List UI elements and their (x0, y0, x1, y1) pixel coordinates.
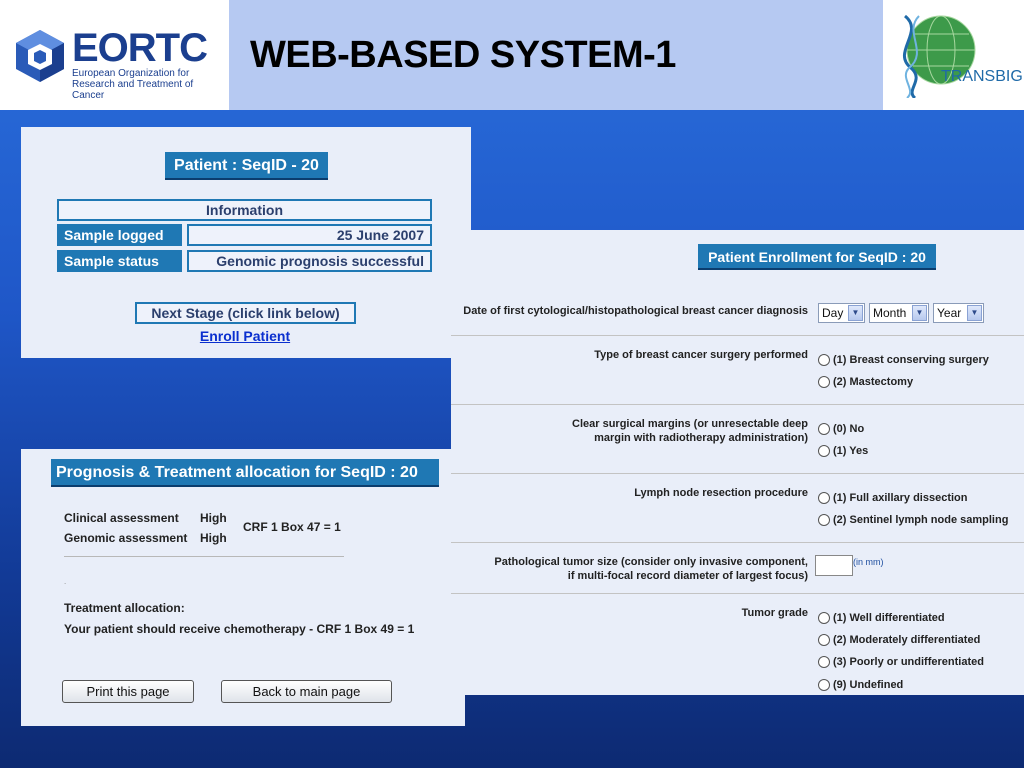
eortc-subtitle: European Organization for Research and T… (72, 68, 194, 101)
eortc-cube-icon (16, 30, 64, 82)
next-stage-box: Next Stage (click link below) (135, 302, 356, 324)
surgery-option-1[interactable]: (1) Breast conserving surgery (818, 352, 989, 368)
option-label: (2) Mastectomy (833, 376, 914, 388)
chevron-down-icon: ▼ (967, 305, 982, 321)
radio-button[interactable] (818, 376, 830, 388)
row-separator (451, 335, 1024, 336)
radio-button[interactable] (818, 492, 830, 504)
radio-button[interactable] (818, 445, 830, 457)
margins-question-line1: Clear surgical margins (or unresectable … (572, 418, 808, 430)
month-select-value: Month (873, 306, 907, 320)
back-to-main-button[interactable]: Back to main page (221, 680, 392, 703)
grade-option-3[interactable]: (3) Poorly or undifferentiated (818, 654, 984, 670)
eortc-logo: EORTC European Organization for Research… (0, 0, 229, 110)
margins-option-no[interactable]: (0) No (818, 421, 864, 437)
section-divider (64, 556, 344, 557)
transbig-wordmark: TRANSBIG (941, 68, 1023, 85)
prognosis-title: Prognosis & Treatment allocation for Seq… (51, 459, 439, 487)
treatment-text: Your patient should receive chemotherapy… (64, 622, 342, 636)
treatment-crf-number: 1 (344, 622, 352, 636)
chevron-down-icon: ▼ (912, 305, 927, 321)
option-label: (0) No (833, 423, 865, 435)
option-label: (1) Full axillary dissection (833, 492, 968, 504)
tumor-size-unit: (in mm) (853, 557, 884, 567)
option-label: (1) Yes (833, 445, 869, 457)
eortc-wordmark: EORTC (72, 26, 208, 70)
enrollment-panel: Patient Enrollment for SeqID : 20 Date o… (451, 230, 1024, 695)
surgery-option-2[interactable]: (2) Mastectomy (818, 374, 913, 390)
month-select[interactable]: Month ▼ (869, 303, 929, 323)
prognosis-panel: Prognosis & Treatment allocation for Seq… (21, 449, 465, 726)
slide-title: WEB-BASED SYSTEM-1 (250, 34, 676, 76)
grade-option-9[interactable]: (9) Undefined (818, 677, 903, 693)
treatment-box-text: Box 49 = 1 (354, 622, 415, 636)
day-select-value: Day (822, 306, 844, 320)
row-separator (451, 542, 1024, 543)
crf-box-text: Box 47 = 1 (281, 520, 341, 534)
treatment-allocation-label: Treatment allocation: (64, 601, 185, 615)
genomic-assessment-value: High (200, 531, 227, 545)
sample-logged-value: 25 June 2007 (187, 224, 432, 246)
enrollment-title: Patient Enrollment for SeqID : 20 (698, 244, 936, 270)
radio-button[interactable] (818, 656, 830, 668)
option-label: (3) Poorly or undifferentiated (833, 656, 984, 668)
chevron-down-icon: ▼ (848, 305, 863, 321)
diagnosis-date-question: Date of first cytological/histopathologi… (463, 305, 808, 317)
option-label: (9) Undefined (833, 679, 904, 691)
tumor-grade-question: Tumor grade (741, 607, 808, 619)
treatment-allocation-text: Your patient should receive chemotherapy… (64, 622, 414, 636)
option-label: (1) Breast conserving surgery (833, 354, 989, 366)
crf-label: CRF (243, 520, 268, 534)
radio-button[interactable] (818, 514, 830, 526)
lymph-option-2[interactable]: (2) Sentinel lymph node sampling (818, 512, 1008, 528)
lymph-node-question: Lymph node resection procedure (634, 487, 808, 499)
radio-button[interactable] (818, 612, 830, 624)
option-label: (2) Moderately differentiated (833, 634, 981, 646)
information-header: Information (57, 199, 432, 221)
crf-box-47: CRF 1 Box 47 = 1 (243, 520, 341, 534)
tumor-size-input[interactable] (815, 555, 853, 576)
row-separator (451, 473, 1024, 474)
radio-button[interactable] (818, 354, 830, 366)
radio-button[interactable] (818, 679, 830, 691)
enroll-patient-link[interactable]: Enroll Patient (21, 328, 469, 344)
patient-title: Patient : SeqID - 20 (165, 152, 328, 180)
tumor-size-question: Pathological tumor size (consider only i… (494, 555, 808, 583)
sample-status-value: Genomic prognosis successful (187, 250, 432, 272)
print-page-button[interactable]: Print this page (62, 680, 194, 703)
patient-summary-panel: Patient : SeqID - 20 Information Sample … (21, 127, 471, 358)
clinical-assessment-label: Clinical assessment (64, 511, 179, 525)
row-separator (451, 593, 1024, 594)
tumor-size-line2: if multi-focal record diameter of larges… (567, 570, 808, 582)
genomic-assessment-label: Genomic assessment (64, 531, 188, 545)
crf-number: 1 (271, 520, 278, 534)
tumor-size-line1: Pathological tumor size (consider only i… (494, 556, 808, 568)
divider-dot: . (64, 577, 67, 586)
day-select[interactable]: Day ▼ (818, 303, 865, 323)
option-label: (1) Well differentiated (833, 612, 945, 624)
transbig-logo: TRANSBIG (883, 0, 1024, 110)
year-select[interactable]: Year ▼ (933, 303, 984, 323)
lymph-option-1[interactable]: (1) Full axillary dissection (818, 490, 968, 506)
sample-logged-label: Sample logged (57, 224, 182, 246)
slide-header: EORTC European Organization for Research… (0, 0, 1024, 110)
radio-button[interactable] (818, 423, 830, 435)
row-separator (451, 404, 1024, 405)
sample-status-label: Sample status (57, 250, 182, 272)
radio-button[interactable] (818, 634, 830, 646)
option-label: (2) Sentinel lymph node sampling (833, 514, 1009, 526)
grade-option-1[interactable]: (1) Well differentiated (818, 610, 945, 626)
margins-option-yes[interactable]: (1) Yes (818, 443, 868, 459)
surgical-margins-question: Clear surgical margins (or unresectable … (572, 417, 808, 445)
grade-option-2[interactable]: (2) Moderately differentiated (818, 632, 980, 648)
year-select-value: Year (937, 306, 962, 320)
surgery-type-question: Type of breast cancer surgery performed (594, 349, 808, 361)
clinical-assessment-value: High (200, 511, 227, 525)
margins-question-line2: margin with radiotherapy administration) (594, 432, 808, 444)
